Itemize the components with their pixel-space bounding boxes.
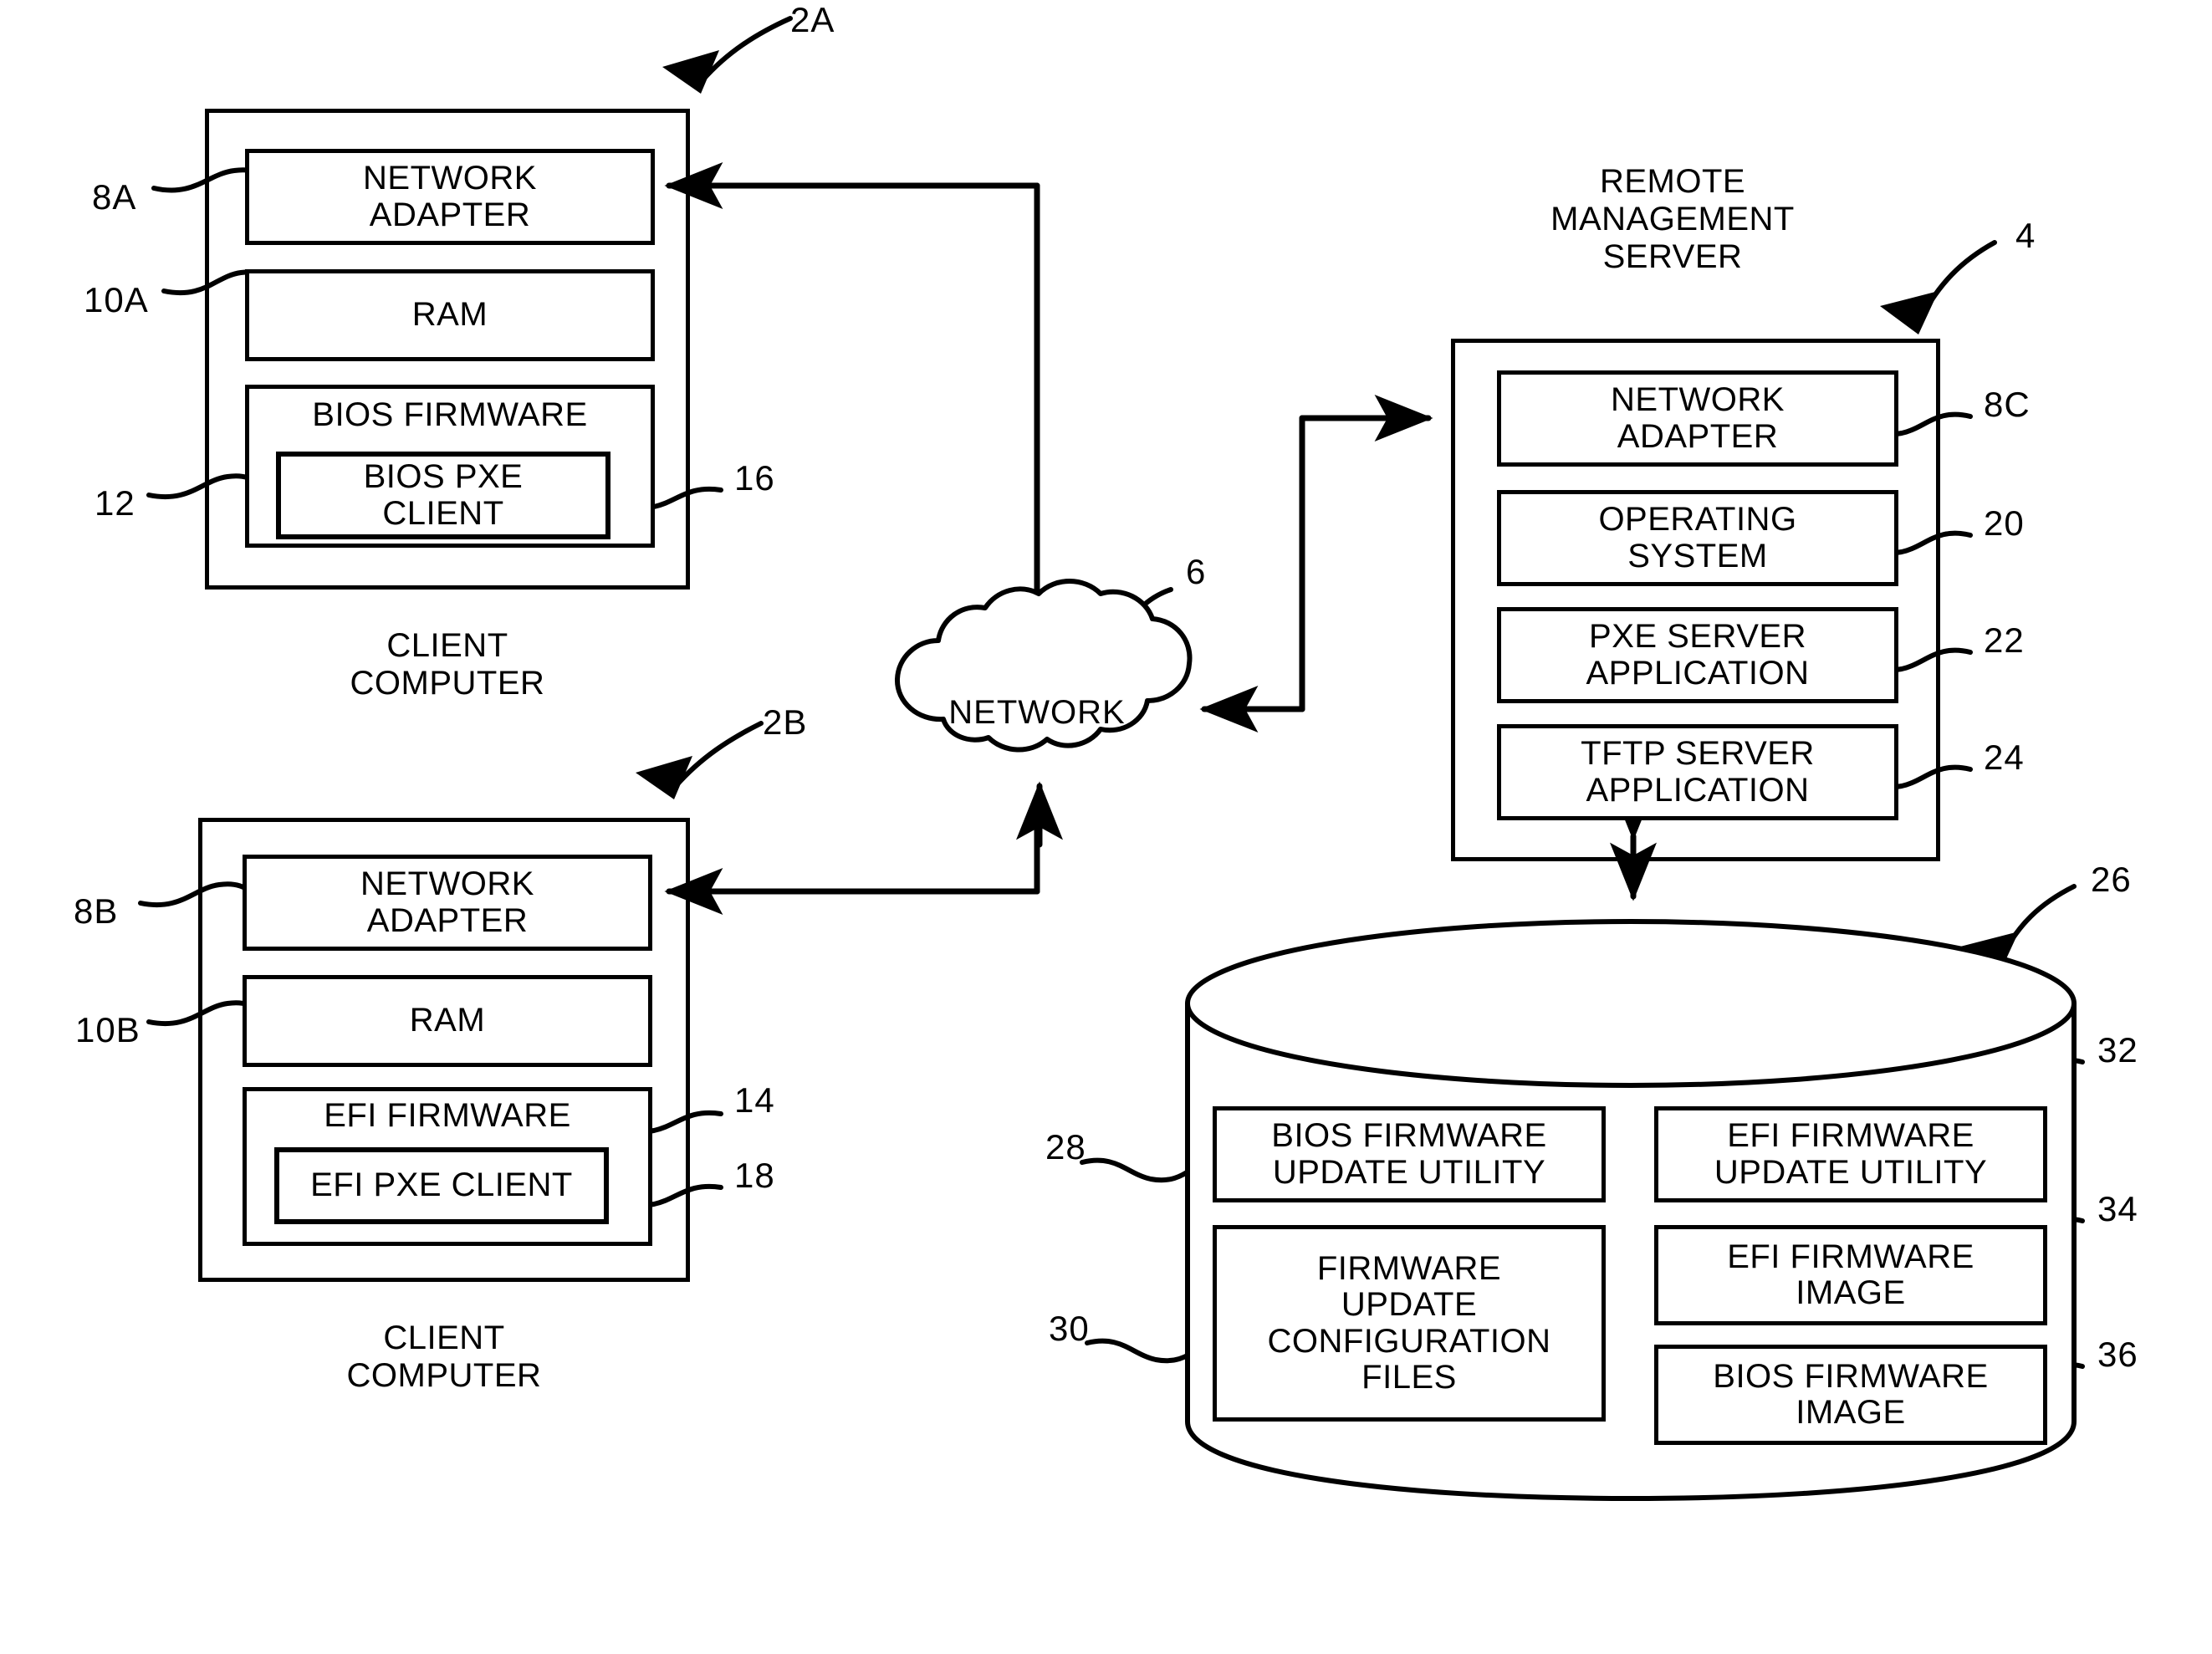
datastore-bios-firmware-image: BIOS FIRMWARE IMAGE xyxy=(1654,1345,2047,1445)
ref-6: 6 xyxy=(1186,552,1207,591)
server-pxe-server-application: PXE SERVER APPLICATION xyxy=(1497,607,1898,703)
server-operating-system-label: OPERATING SYSTEM xyxy=(1598,501,1797,574)
client-b-efi-pxe-client: EFI PXE CLIENT xyxy=(274,1147,609,1224)
datastore-efi-firmware-update-utility: EFI FIRMWARE UPDATE UTILITY xyxy=(1654,1106,2047,1202)
ref-30: 30 xyxy=(1049,1309,1090,1348)
ref-4: 4 xyxy=(2015,216,2036,255)
ref-14: 14 xyxy=(734,1080,775,1120)
ref-18: 18 xyxy=(734,1156,775,1195)
server-tftp-server-application: TFTP SERVER APPLICATION xyxy=(1497,724,1898,820)
ref-28: 28 xyxy=(1045,1127,1086,1166)
datastore-efi-firmware-image: EFI FIRMWARE IMAGE xyxy=(1654,1225,2047,1325)
ref-22: 22 xyxy=(1984,620,2025,660)
datastore-firmware-update-configuration-files-label: FIRMWARE UPDATE CONFIGURATION FILES xyxy=(1267,1250,1551,1396)
client-b-efi-pxe-client-label: EFI PXE CLIENT xyxy=(310,1166,573,1204)
client-a-ram: RAM xyxy=(245,269,655,361)
remote-management-server-caption: REMOTE MANAGEMENT SERVER xyxy=(1550,163,1795,275)
client-b-ram-label: RAM xyxy=(409,1002,486,1039)
client-computer-a-caption: CLIENT COMPUTER xyxy=(350,627,545,702)
ref-8b: 8B xyxy=(74,891,119,931)
client-a-ram-label: RAM xyxy=(411,296,488,334)
network-cloud-label: NETWORK xyxy=(948,694,1126,731)
server-operating-system: OPERATING SYSTEM xyxy=(1497,490,1898,586)
ref-20: 20 xyxy=(1984,503,2025,543)
ref-34: 34 xyxy=(2097,1189,2138,1228)
ref-24: 24 xyxy=(1984,738,2025,777)
server-network-adapter: NETWORK ADAPTER xyxy=(1497,370,1898,467)
ref-8c: 8C xyxy=(1984,385,2031,424)
client-b-ram: RAM xyxy=(243,975,652,1067)
datastore-efi-firmware-image-label: EFI FIRMWARE IMAGE xyxy=(1727,1238,1974,1311)
client-a-network-adapter-label: NETWORK ADAPTER xyxy=(363,160,537,233)
datastore-bios-firmware-update-utility-label: BIOS FIRMWARE UPDATE UTILITY xyxy=(1271,1117,1547,1191)
client-b-network-adapter-label: NETWORK ADAPTER xyxy=(360,865,534,939)
ref-32: 32 xyxy=(2097,1030,2138,1069)
client-b-efi-firmware-label: EFI FIRMWARE xyxy=(324,1097,571,1134)
client-a-bios-pxe-client-label: BIOS PXE CLIENT xyxy=(363,458,524,532)
datastore-bios-firmware-image-label: BIOS FIRMWARE IMAGE xyxy=(1713,1357,1989,1431)
ref-8a: 8A xyxy=(92,177,137,217)
patent-figure: NETWORK ADAPTER RAM BIOS FIRMWARE BIOS P… xyxy=(0,0,2212,1654)
ref-2a: 2A xyxy=(790,0,835,39)
server-network-adapter-label: NETWORK ADAPTER xyxy=(1611,381,1785,455)
server-pxe-server-application-label: PXE SERVER APPLICATION xyxy=(1586,618,1810,692)
ref-26: 26 xyxy=(2091,860,2132,899)
ref-2b: 2B xyxy=(763,702,808,742)
datastore-bios-firmware-update-utility: BIOS FIRMWARE UPDATE UTILITY xyxy=(1213,1106,1606,1202)
network-cloud: NETWORK xyxy=(882,615,1192,815)
client-a-bios-pxe-client: BIOS PXE CLIENT xyxy=(276,452,610,539)
client-computer-b-caption: CLIENT COMPUTER xyxy=(346,1320,542,1394)
ref-12: 12 xyxy=(95,483,135,523)
client-a-network-adapter: NETWORK ADAPTER xyxy=(245,149,655,245)
server-tftp-server-application-label: TFTP SERVER APPLICATION xyxy=(1581,735,1815,809)
ref-10b: 10B xyxy=(75,1010,140,1049)
ref-36: 36 xyxy=(2097,1335,2138,1374)
ref-10a: 10A xyxy=(84,280,149,319)
client-b-network-adapter: NETWORK ADAPTER xyxy=(243,855,652,951)
datastore-firmware-update-configuration-files: FIRMWARE UPDATE CONFIGURATION FILES xyxy=(1213,1225,1606,1422)
ref-16: 16 xyxy=(734,458,775,498)
client-a-bios-firmware-label: BIOS FIRMWARE xyxy=(312,396,588,433)
datastore-efi-firmware-update-utility-label: EFI FIRMWARE UPDATE UTILITY xyxy=(1714,1117,1988,1191)
